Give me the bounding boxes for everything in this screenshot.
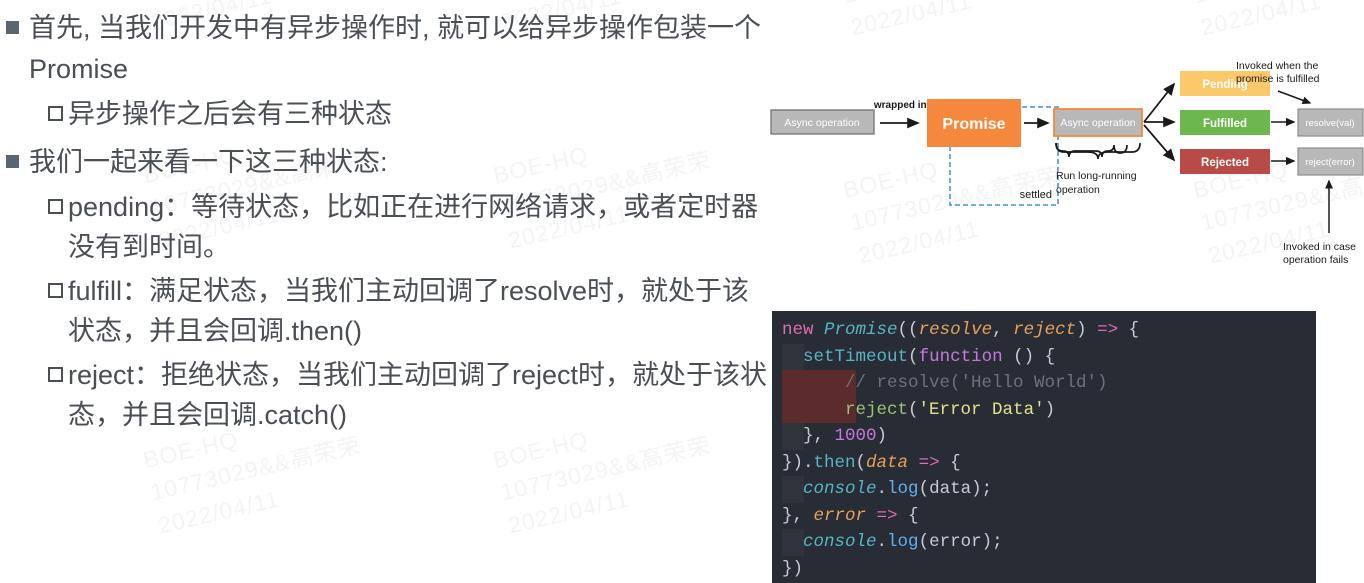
watermark-line-2: 10773029&&高荣荣 <box>498 432 714 506</box>
node-label: resolve(val) <box>1305 118 1354 129</box>
list-item: fulfill：满足状态，当我们主动回调了resolve时，就处于该状态，并且会… <box>0 271 775 351</box>
list-item: 我们一起来看一下这三种状态: <box>0 142 775 183</box>
node-label: Promise <box>942 116 1005 133</box>
filled-square-bullet-icon <box>6 155 19 168</box>
node-label: Async operation <box>784 117 859 129</box>
code-block[interactable]: new Promise((resolve, reject) => { setTi… <box>772 311 1316 583</box>
watermark: 10773029&&高荣荣 2022/04/11 <box>1190 0 1364 45</box>
watermark-line-1: 10773029&&高荣荣 <box>840 0 1057 12</box>
annotation-fails-line-1: Invoked in case <box>1283 241 1356 253</box>
node-label: Fulfilled <box>1203 118 1247 130</box>
run-long-running-label-1: Run long-running <box>1056 170 1137 182</box>
list-item: reject：拒绝状态，当我们主动回调了reject时，就处于该状态，并且会回调… <box>0 355 775 435</box>
hollow-square-bullet-icon <box>48 367 63 382</box>
list-item-label: 首先, 当我们开发中有异步操作时, 就可以给异步操作包装一个 Promise <box>29 13 762 84</box>
watermark-line-2: 10773029&&高荣荣 <box>148 432 364 506</box>
list-item-label: pending：等待状态，比如正在进行网络请求，或者定时器没有到时间。 <box>68 192 759 262</box>
node-rejected: Rejected <box>1180 149 1270 174</box>
watermark-line-1: 10773029&&高荣荣 <box>140 0 357 7</box>
promise-lifecycle-diagram: Async operation wrapped into Promise Asy… <box>770 55 1364 300</box>
run-long-running-label-2: operation <box>1056 184 1100 196</box>
watermark-line-2: 2022/04/11 <box>1198 0 1325 41</box>
node-label: reject(error) <box>1305 157 1355 168</box>
annotation-fails-line-2: operation fails <box>1283 254 1348 266</box>
node-async-op-mid: Async operation <box>1053 108 1143 137</box>
list-item-label: 我们一起来看一下这三种状态: <box>29 147 388 177</box>
settled-label: settled <box>1020 189 1052 201</box>
hollow-square-bullet-icon <box>48 199 63 214</box>
node-fulfilled: Fulfilled <box>1180 110 1270 135</box>
list-item-label: 异步操作之后会有三种状态 <box>68 99 392 129</box>
wrapped-into-label: wrapped into <box>873 100 936 111</box>
list-item: 异步操作之后会有三种状态 <box>0 94 775 134</box>
annotation-fulfilled-line-1: Invoked when the <box>1236 60 1318 72</box>
code-content: new Promise((resolve, reject) => { setTi… <box>782 320 1140 579</box>
hollow-square-bullet-icon <box>48 283 63 298</box>
watermark-line-1: 10773029&&高荣荣 <box>490 0 707 7</box>
slide-canvas: BOE-HQ 10773029&&高荣荣 2022/04/11 BOE-HQ 1… <box>0 0 1364 583</box>
watermark-line-2: 2022/04/11 <box>848 0 975 41</box>
filled-square-bullet-icon <box>6 21 19 34</box>
node-label: Async operation <box>1060 117 1135 129</box>
brace <box>1055 142 1128 158</box>
node-promise: Promise <box>927 99 1021 147</box>
watermark-line-1: 10773029&&高荣荣 <box>1190 0 1364 12</box>
node-async-op-left: Async operation <box>770 109 875 135</box>
list-item-label: reject：拒绝状态，当我们主动回调了reject时，就处于该状态，并且会回调… <box>68 360 768 430</box>
list-item: 首先, 当我们开发中有异步操作时, 就可以给异步操作包装一个 Promise <box>0 8 775 90</box>
watermark-line-3: 2022/04/11 <box>155 485 282 539</box>
hollow-square-bullet-icon <box>48 106 63 121</box>
annotation-fulfilled-line-2: promise is fulfilled <box>1236 73 1320 85</box>
watermark: 10773029&&高荣荣 2022/04/11 <box>840 0 1065 45</box>
node-label: Rejected <box>1201 157 1249 169</box>
list-item-label: fulfill：满足状态，当我们主动回调了resolve时，就处于该状态，并且会… <box>68 276 750 346</box>
node-reject-error: reject(error) <box>1297 147 1364 176</box>
list-item: pending：等待状态，比如正在进行网络请求，或者定时器没有到时间。 <box>0 187 775 267</box>
watermark-line-3: 2022/04/11 <box>505 485 632 539</box>
node-resolve-val: resolve(val) <box>1297 108 1364 137</box>
bullet-list: 首先, 当我们开发中有异步操作时, 就可以给异步操作包装一个 Promise 异… <box>0 8 775 437</box>
